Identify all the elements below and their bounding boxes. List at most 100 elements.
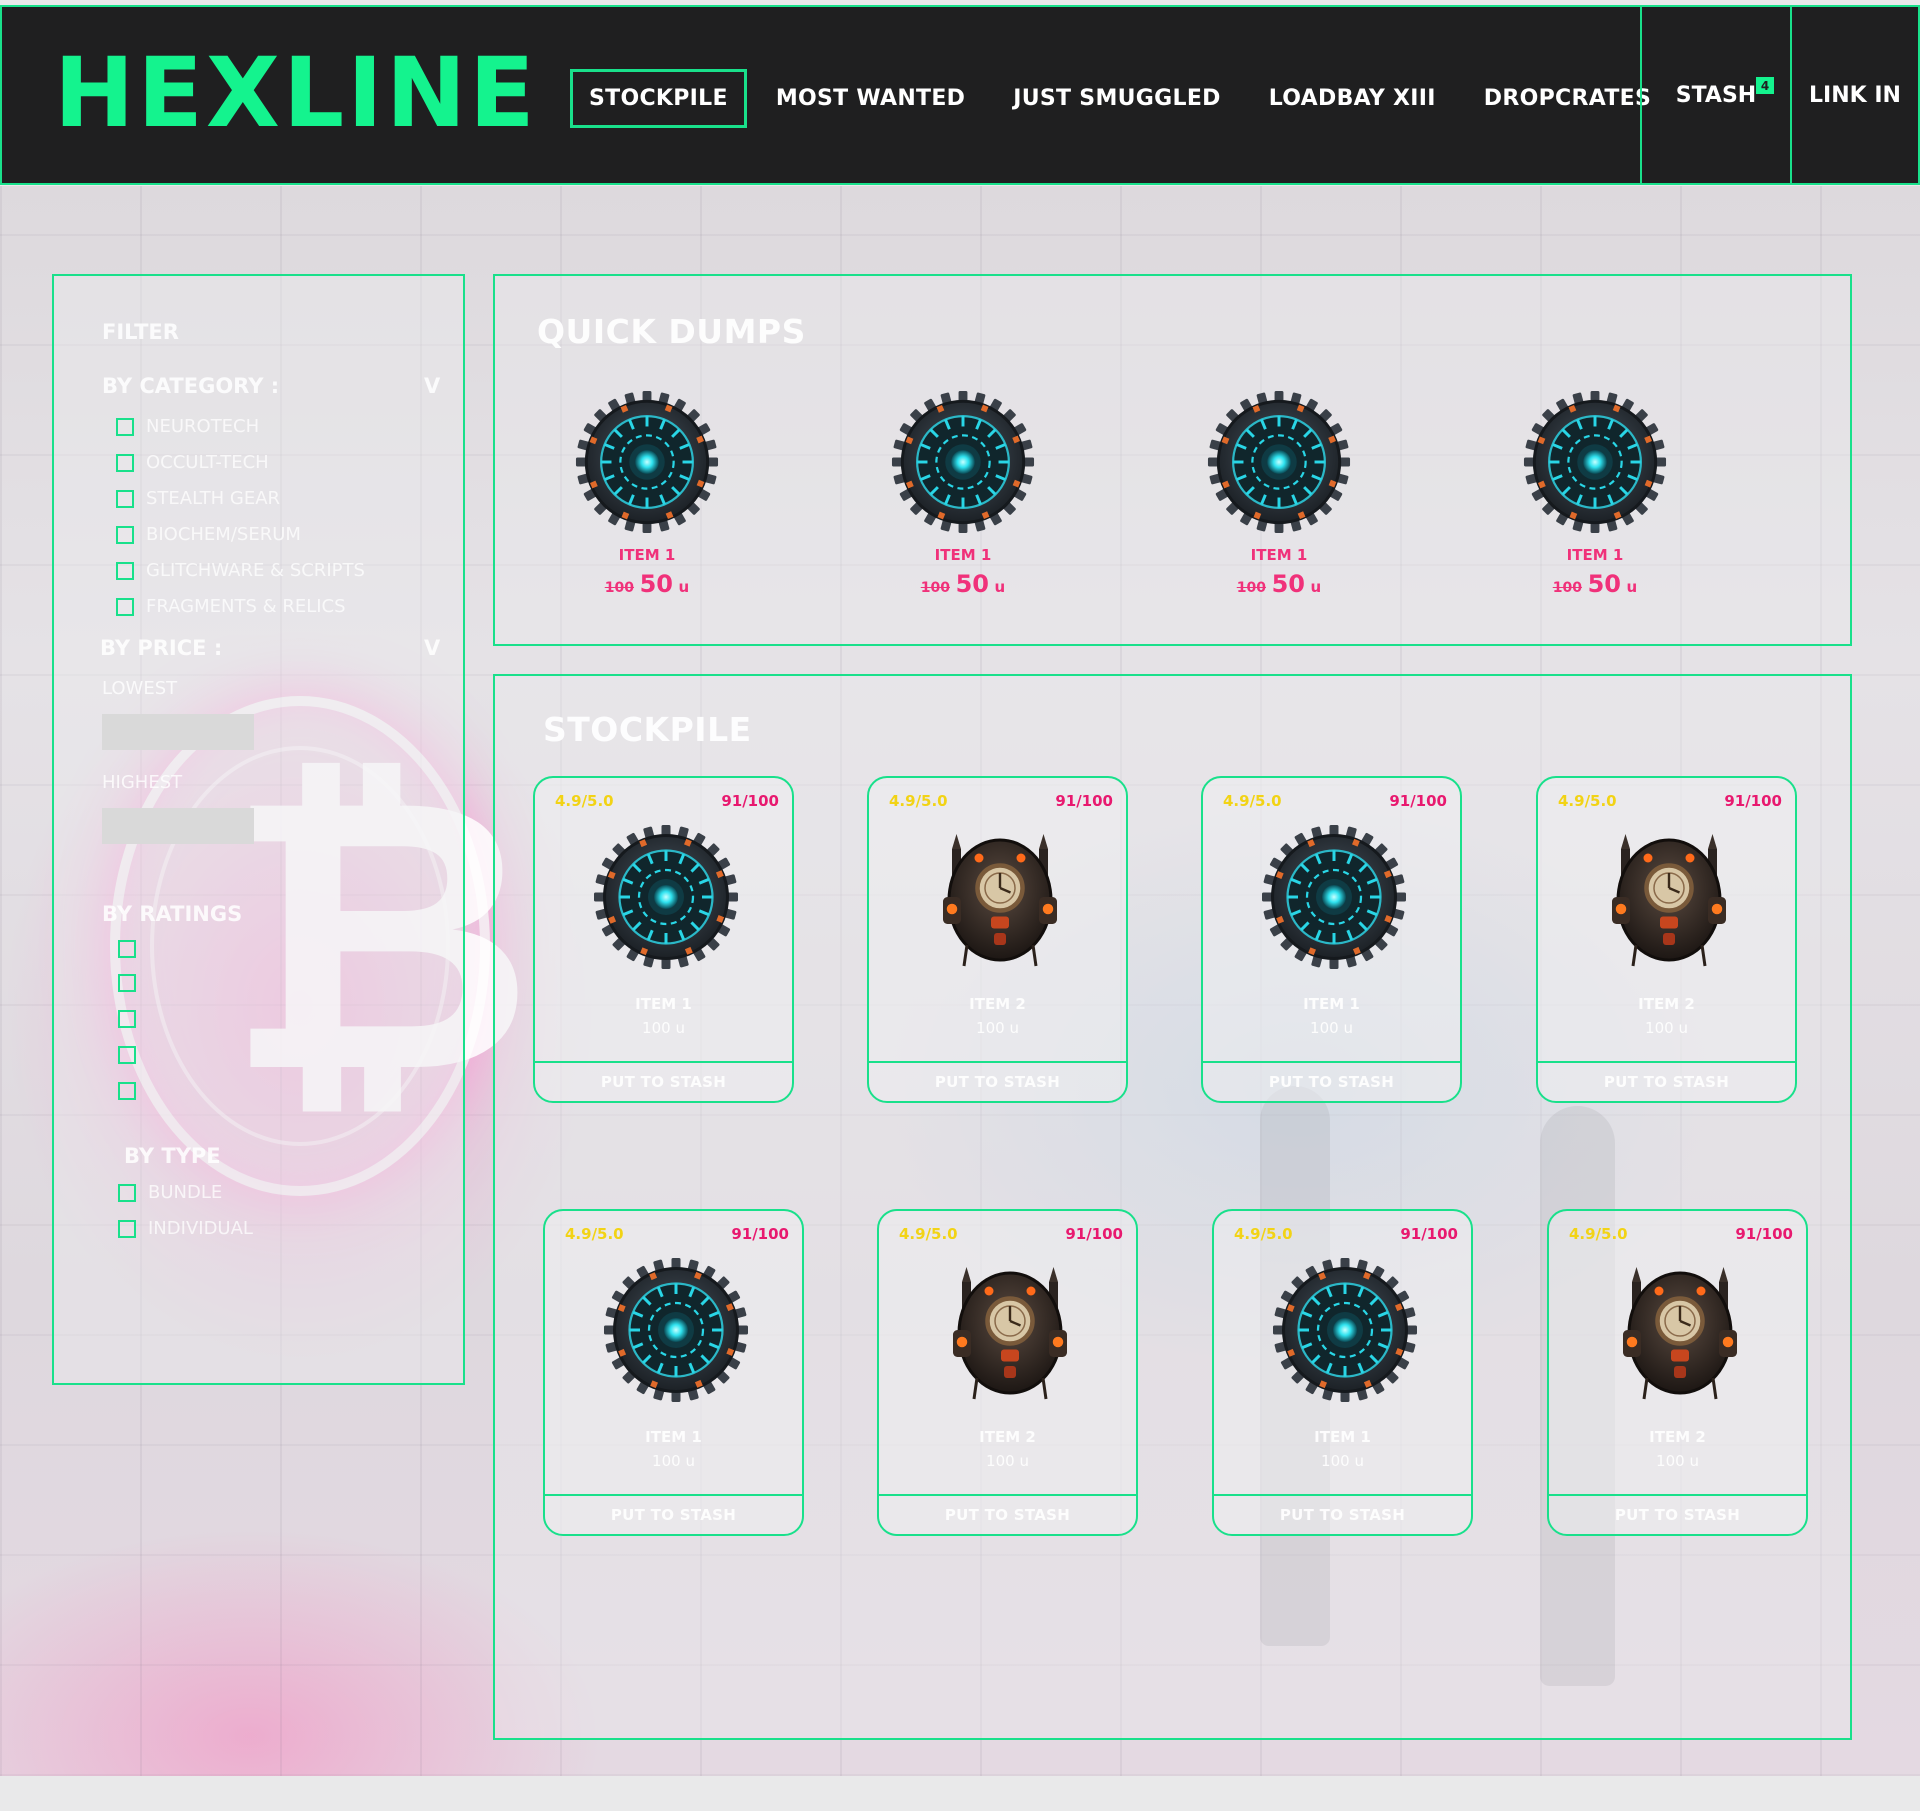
sale-price: 50 xyxy=(1587,570,1621,598)
cyber-orb-icon xyxy=(1205,388,1353,536)
rating-option[interactable] xyxy=(118,974,148,992)
rating-text: 4.9/5.0 xyxy=(899,1225,958,1243)
quick-dump-item[interactable]: ITEM 1 100 50 u xyxy=(1189,388,1369,598)
cyber-orb-icon xyxy=(1521,388,1669,536)
old-price: 100 xyxy=(1236,580,1266,596)
item-name: ITEM 1 xyxy=(1303,995,1360,1013)
score-text: 91/100 xyxy=(1389,792,1447,810)
stash-label: STASH xyxy=(1675,82,1757,108)
filter-panel: FILTER BY CATEGORY : V NEUROTECH OCCULT-… xyxy=(52,274,465,1385)
checkbox[interactable] xyxy=(118,974,136,992)
item-price: 100 50 u xyxy=(873,570,1053,598)
put-to-stash-button[interactable]: PUT TO STASH xyxy=(1203,1061,1460,1101)
cyber-orb-icon xyxy=(1270,1255,1420,1405)
rating-option[interactable] xyxy=(118,1082,148,1100)
stash-button[interactable]: STASH 4 xyxy=(1640,7,1790,183)
nav-item-stockpile[interactable]: STOCKPILE xyxy=(570,69,747,128)
top-header: HEXLINE STOCKPILE MOST WANTED JUST SMUGG… xyxy=(0,5,1920,185)
rating-text: 4.9/5.0 xyxy=(1234,1225,1293,1243)
put-to-stash-button[interactable]: PUT TO STASH xyxy=(1214,1494,1471,1534)
score-text: 91/100 xyxy=(721,792,779,810)
product-card[interactable]: 4.9/5.0 91/100 ITEM 1 100 u PUT TO STASH xyxy=(533,776,794,1103)
price-chevron-icon[interactable]: V xyxy=(424,636,440,660)
filter-ratings-heading[interactable]: BY RATINGS xyxy=(102,902,242,926)
filter-category-heading[interactable]: BY CATEGORY : xyxy=(102,374,279,398)
filter-price-heading[interactable]: BY PRICE : xyxy=(100,636,222,660)
type-option-bundle[interactable]: BUNDLE xyxy=(118,1182,222,1203)
item-price: 100 u xyxy=(1321,1452,1364,1470)
rating-option[interactable] xyxy=(118,940,148,958)
checkbox[interactable] xyxy=(116,561,134,580)
category-option-stealth-gear[interactable]: STEALTH GEAR xyxy=(116,488,280,509)
checkbox[interactable] xyxy=(118,940,136,958)
sale-price: 50 xyxy=(639,570,673,598)
rating-text: 4.9/5.0 xyxy=(565,1225,624,1243)
account-nav: STASH 4 LINK IN xyxy=(1640,7,1918,183)
score-text: 91/100 xyxy=(1065,1225,1123,1243)
old-price: 100 xyxy=(1552,580,1582,596)
nav-item-loadbay[interactable]: LOADBAY XIII xyxy=(1250,69,1455,128)
put-to-stash-button[interactable]: PUT TO STASH xyxy=(545,1494,802,1534)
item-price: 100 50 u xyxy=(1189,570,1369,598)
brand-logo[interactable]: HEXLINE xyxy=(54,45,538,141)
put-to-stash-button[interactable]: PUT TO STASH xyxy=(535,1061,792,1101)
steampunk-pod-icon xyxy=(1605,1255,1755,1405)
checkbox[interactable] xyxy=(118,1183,136,1202)
type-option-individual[interactable]: INDIVIDUAL xyxy=(118,1218,253,1239)
category-option-occult-tech[interactable]: OCCULT-TECH xyxy=(116,452,269,473)
product-card[interactable]: 4.9/5.0 91/100 ITEM 1 100 u PUT TO STASH xyxy=(543,1209,804,1536)
product-card[interactable]: 4.9/5.0 91/100 ITEM 2 100 u PUT TO STASH xyxy=(867,776,1128,1103)
quick-dump-item[interactable]: ITEM 1 100 50 u xyxy=(557,388,737,598)
checkbox[interactable] xyxy=(116,525,134,544)
rating-text: 4.9/5.0 xyxy=(1223,792,1282,810)
quick-dump-item[interactable]: ITEM 1 100 50 u xyxy=(1505,388,1685,598)
category-option-glitchware[interactable]: GLITCHWARE & SCRIPTS xyxy=(116,560,365,581)
category-option-neurotech[interactable]: NEUROTECH xyxy=(116,416,259,437)
item-price: 100 u xyxy=(1310,1019,1353,1037)
sale-price: 50 xyxy=(955,570,989,598)
score-text: 91/100 xyxy=(731,1225,789,1243)
product-card[interactable]: 4.9/5.0 91/100 ITEM 2 100 u PUT TO STASH xyxy=(877,1209,1138,1536)
product-card[interactable]: 4.9/5.0 91/100 ITEM 1 100 u PUT TO STASH xyxy=(1212,1209,1473,1536)
rating-option[interactable] xyxy=(118,1046,148,1064)
price-unit: u xyxy=(1626,578,1638,596)
checkbox[interactable] xyxy=(116,453,134,472)
product-card[interactable]: 4.9/5.0 91/100 ITEM 2 100 u PUT TO STASH xyxy=(1547,1209,1808,1536)
rating-text: 4.9/5.0 xyxy=(889,792,948,810)
item-name: ITEM 1 xyxy=(645,1428,702,1446)
checkbox[interactable] xyxy=(116,489,134,508)
quick-dump-item[interactable]: ITEM 1 100 50 u xyxy=(873,388,1053,598)
item-price: 100 50 u xyxy=(1505,570,1685,598)
checkbox[interactable] xyxy=(118,1082,136,1100)
item-price: 100 u xyxy=(1645,1019,1688,1037)
category-option-fragments[interactable]: FRAGMENTS & RELICS xyxy=(116,596,346,617)
put-to-stash-button[interactable]: PUT TO STASH xyxy=(869,1061,1126,1101)
sale-price: 50 xyxy=(1271,570,1305,598)
login-button[interactable]: LINK IN xyxy=(1790,7,1918,183)
nav-item-most-wanted[interactable]: MOST WANTED xyxy=(757,69,984,128)
put-to-stash-button[interactable]: PUT TO STASH xyxy=(1538,1061,1795,1101)
cyber-orb-icon xyxy=(601,1255,751,1405)
item-price: 100 u xyxy=(976,1019,1019,1037)
rating-option[interactable] xyxy=(118,1010,148,1028)
category-option-biochem[interactable]: BIOCHEM/SERUM xyxy=(116,524,301,545)
filter-type-heading[interactable]: BY TYPE xyxy=(124,1144,221,1168)
cyber-orb-icon xyxy=(889,388,1037,536)
price-highest-input[interactable] xyxy=(102,808,254,844)
checkbox[interactable] xyxy=(118,1219,136,1238)
category-chevron-icon[interactable]: V xyxy=(424,374,440,398)
put-to-stash-button[interactable]: PUT TO STASH xyxy=(1549,1494,1806,1534)
checkbox[interactable] xyxy=(118,1046,136,1064)
stockpile-section: STOCKPILE 4.9/5.0 91/100 ITEM 1 100 u PU… xyxy=(493,674,1852,1740)
product-card[interactable]: 4.9/5.0 91/100 ITEM 2 100 u PUT TO STASH xyxy=(1536,776,1797,1103)
nav-item-just-smuggled[interactable]: JUST SMUGGLED xyxy=(994,69,1240,128)
product-card[interactable]: 4.9/5.0 91/100 ITEM 1 100 u PUT TO STASH xyxy=(1201,776,1462,1103)
price-lowest-input[interactable] xyxy=(102,714,254,750)
checkbox[interactable] xyxy=(116,417,134,436)
put-to-stash-button[interactable]: PUT TO STASH xyxy=(879,1494,1136,1534)
item-price: 100 u xyxy=(642,1019,685,1037)
cyber-orb-icon xyxy=(591,822,741,972)
checkbox[interactable] xyxy=(118,1010,136,1028)
checkbox[interactable] xyxy=(116,597,134,616)
item-name: ITEM 1 xyxy=(635,995,692,1013)
